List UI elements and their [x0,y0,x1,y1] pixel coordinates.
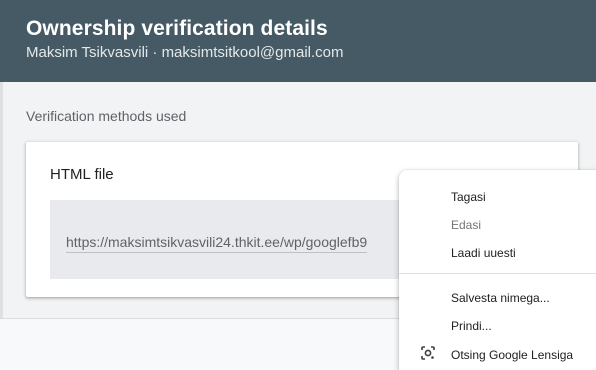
menu-item-forward: Edasi [451,218,482,232]
lens-icon [421,346,435,360]
menu-item-save-as[interactable]: Salvesta nimega... [451,291,550,305]
section-label: Verification methods used [26,108,187,124]
menu-item-print[interactable]: Prindi... [451,319,492,333]
menu-item-google-lens[interactable]: Otsing Google Lensiga [451,348,573,362]
page-header: Ownership verification details Maksim Ts… [0,0,596,82]
context-menu: Tagasi Edasi Laadi uuesti Salvesta nimeg… [399,170,596,370]
menu-item-back[interactable]: Tagasi [451,190,486,204]
verification-url[interactable]: https://maksimtsikvasvili24.thkit.ee/wp/… [66,234,368,253]
menu-item-reload[interactable]: Laadi uuesti [451,246,516,260]
method-title: HTML file [50,166,114,183]
account-subtitle: Maksim Tsikvasvili · maksimtsitkool@gmai… [26,44,344,61]
page-title: Ownership verification details [26,17,328,40]
menu-separator [399,273,596,274]
